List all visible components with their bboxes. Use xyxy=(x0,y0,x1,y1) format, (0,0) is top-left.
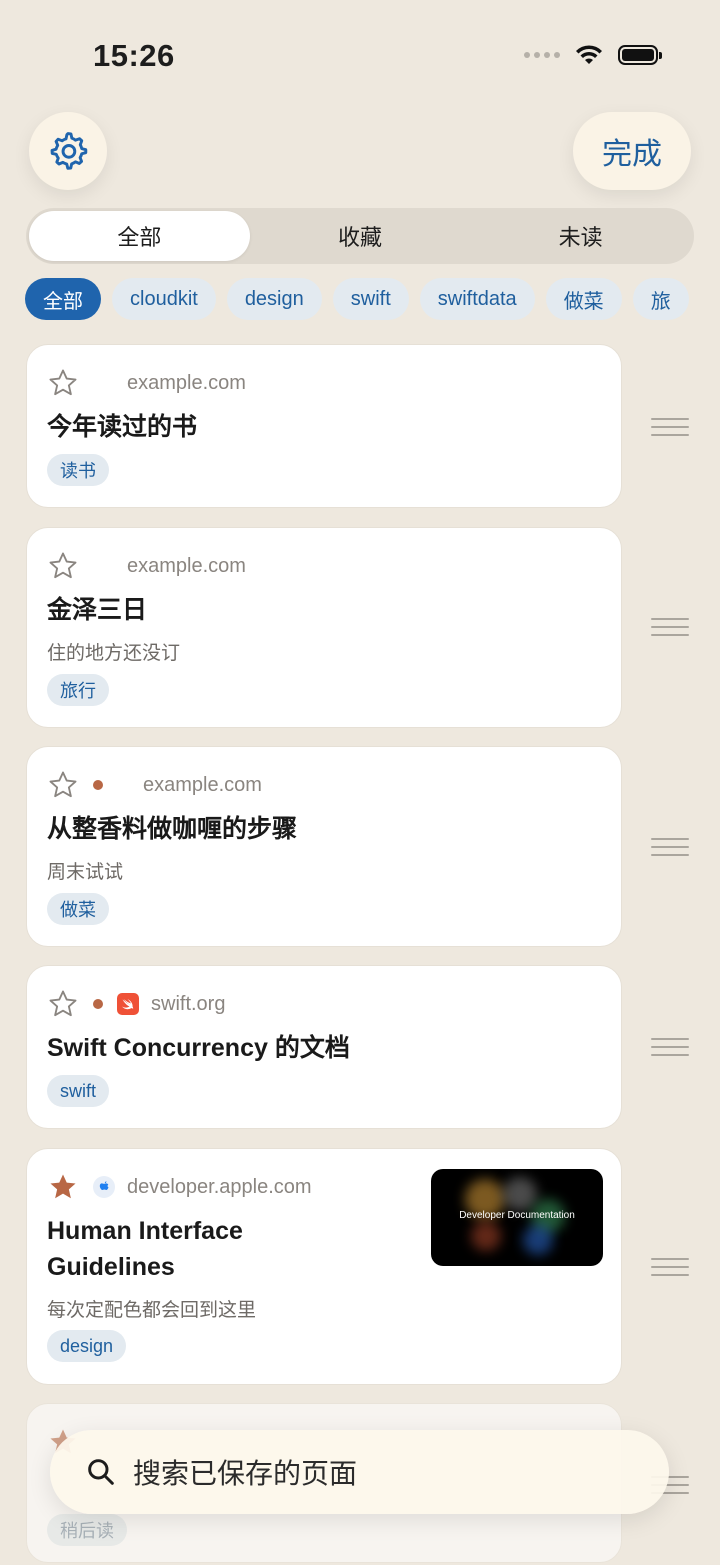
thumbnail-blob xyxy=(523,1225,553,1255)
bookmark-card[interactable]: swift.org Swift Concurrency 的文档 swift xyxy=(26,965,622,1129)
tag-filter-row: 全部 cloudkit design swift swiftdata 做菜 旅 xyxy=(25,278,720,322)
tag-chip-swiftdata[interactable]: swiftdata xyxy=(419,278,535,320)
drag-handle-icon[interactable] xyxy=(651,838,689,858)
domain-label: example.com xyxy=(143,773,262,796)
thumbnail-text: Developer Documentation xyxy=(459,1210,575,1221)
thumbnail-caption: Developer Documentation xyxy=(431,1210,603,1221)
star-filled-icon[interactable] xyxy=(47,1171,79,1203)
star-outline-icon[interactable] xyxy=(47,988,79,1020)
filter-segmented-control: 全部 收藏 未读 xyxy=(26,208,694,264)
battery-icon xyxy=(618,45,662,65)
card-tag: 读书 xyxy=(47,454,109,486)
segment-all[interactable]: 全部 xyxy=(29,211,250,261)
segment-favorites[interactable]: 收藏 xyxy=(250,211,471,261)
card-tag: 旅行 xyxy=(47,674,109,706)
star-outline-icon[interactable] xyxy=(47,367,79,399)
thumbnail-blob xyxy=(503,1177,537,1211)
domain-label: example.com xyxy=(127,554,246,577)
card-title-line-2: Guidelines xyxy=(47,1253,175,1281)
bookmark-card[interactable]: example.com 从整香料做咖喱的步骤 周末试试 做菜 xyxy=(26,746,622,947)
segment-unread[interactable]: 未读 xyxy=(470,211,691,261)
settings-button[interactable] xyxy=(29,112,107,190)
unread-dot-icon xyxy=(93,780,103,790)
card-note: 每次定配色都会回到这里 xyxy=(47,1300,257,1321)
tag-chip-swift[interactable]: swift xyxy=(332,278,409,320)
drag-handle-icon[interactable] xyxy=(651,1258,689,1278)
bookmark-card[interactable]: example.com 金泽三日 住的地方还没订 旅行 xyxy=(26,527,622,728)
card-title: 金泽三日 xyxy=(47,596,148,624)
wifi-icon xyxy=(576,45,602,64)
apple-icon xyxy=(93,1176,115,1198)
star-outline-icon[interactable] xyxy=(47,550,79,582)
card-title: 今年读过的书 xyxy=(47,413,198,441)
drag-handle-icon[interactable] xyxy=(651,418,689,438)
search-icon xyxy=(88,1459,114,1485)
card-note: 周末试试 xyxy=(47,862,124,883)
thumbnail-blob xyxy=(471,1221,501,1251)
card-title-line-1: Human Interface xyxy=(47,1217,243,1245)
gear-icon xyxy=(50,132,88,170)
done-button[interactable]: 完成 xyxy=(573,112,691,190)
card-tag: swift xyxy=(47,1075,109,1107)
status-time: 15:26 xyxy=(93,38,175,73)
link-thumbnail: Developer Documentation xyxy=(431,1169,603,1266)
search-bar[interactable]: 搜索已保存的页面 xyxy=(50,1430,669,1514)
bookmark-card[interactable]: developer.apple.com Human Interface Guid… xyxy=(26,1148,622,1385)
domain-label: example.com xyxy=(127,371,246,394)
drag-handle-icon[interactable] xyxy=(651,618,689,638)
status-icons xyxy=(524,44,662,66)
card-title: Swift Concurrency 的文档 xyxy=(47,1034,350,1062)
domain-label: swift.org xyxy=(151,992,226,1015)
signal-dots-icon xyxy=(524,52,560,58)
drag-handle-icon[interactable] xyxy=(651,1038,689,1058)
card-tag: 稍后读 xyxy=(47,1514,127,1546)
card-note: 住的地方还没订 xyxy=(47,643,181,664)
card-tag: 做菜 xyxy=(47,893,109,925)
tag-chip-cloudkit[interactable]: cloudkit xyxy=(112,278,216,320)
card-tag: design xyxy=(47,1330,127,1362)
search-placeholder: 搜索已保存的页面 xyxy=(133,1458,358,1489)
tag-chip-travel[interactable]: 旅 xyxy=(632,278,689,320)
domain-label: developer.apple.com xyxy=(127,1175,312,1198)
tag-chip-design[interactable]: design xyxy=(226,278,322,320)
star-outline-icon[interactable] xyxy=(47,769,79,801)
card-title: 从整香料做咖喱的步骤 xyxy=(47,815,298,843)
unread-dot-icon xyxy=(93,999,103,1009)
bookmark-card[interactable]: example.com 今年读过的书 读书 xyxy=(26,344,622,508)
tag-chip-cooking[interactable]: 做菜 xyxy=(545,278,622,320)
swift-icon xyxy=(117,993,139,1015)
tag-chip-all[interactable]: 全部 xyxy=(25,278,101,320)
